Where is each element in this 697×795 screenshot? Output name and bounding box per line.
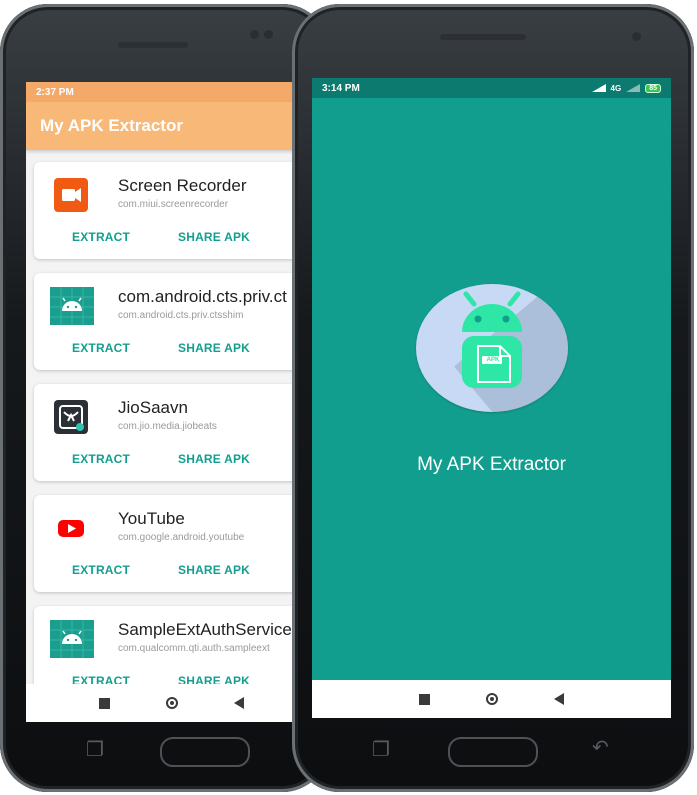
recents-nav-icon[interactable] bbox=[419, 693, 430, 705]
jiosaavn-icon bbox=[54, 400, 88, 434]
earpiece-speaker bbox=[118, 42, 188, 48]
app-name: Screen Recorder bbox=[118, 176, 247, 195]
status-time: 2:37 PM bbox=[36, 86, 74, 98]
app-package: com.android.cts.priv.ctsshim bbox=[118, 310, 244, 321]
app-card[interactable]: com.android.cts.priv.ct com.android.cts.… bbox=[34, 273, 316, 370]
app-name: com.android.cts.priv.ct bbox=[118, 287, 287, 306]
recents-hardware-icon[interactable]: ❐ bbox=[86, 737, 104, 761]
youtube-icon bbox=[54, 511, 88, 545]
home-nav-icon[interactable] bbox=[486, 693, 498, 705]
android-apk-icon bbox=[462, 291, 522, 388]
home-hardware-button[interactable] bbox=[448, 737, 538, 767]
share-apk-button[interactable]: SHARE APK bbox=[178, 563, 250, 577]
status-bar: 3:14 PM 4G 85 bbox=[312, 78, 671, 98]
proximity-sensor bbox=[264, 30, 273, 39]
recents-hardware-icon[interactable]: ❐ bbox=[372, 737, 390, 761]
share-apk-button[interactable]: SHARE APK bbox=[178, 341, 250, 355]
app-bar: My APK Extractor bbox=[26, 102, 316, 150]
status-indicators: 4G 85 bbox=[591, 83, 661, 93]
signal-icon bbox=[626, 84, 641, 92]
home-hardware-button[interactable] bbox=[160, 737, 250, 767]
status-time: 3:14 PM bbox=[322, 82, 360, 94]
app-logo: APK bbox=[416, 284, 568, 412]
front-camera bbox=[250, 30, 259, 39]
screen-recorder-icon bbox=[54, 178, 88, 212]
app-title: My APK Extractor bbox=[40, 116, 183, 135]
home-nav-icon[interactable] bbox=[165, 697, 178, 709]
navigation-bar bbox=[312, 680, 671, 718]
navigation-bar bbox=[26, 684, 316, 722]
app-name: JioSaavn bbox=[118, 398, 188, 417]
splash-title: My APK Extractor bbox=[417, 454, 566, 475]
back-phone-frame: 2:37 PM My APK Extractor Screen Recorder… bbox=[0, 4, 330, 792]
earpiece-speaker bbox=[440, 34, 526, 40]
front-phone-frame: 3:14 PM 4G 85 APK My APK Extractor ❐ ↶ bbox=[292, 4, 694, 792]
app-package: com.qualcomm.qti.auth.sampleext bbox=[118, 643, 270, 654]
share-apk-button[interactable]: SHARE APK bbox=[178, 452, 250, 466]
app-package: com.jio.media.jiobeats bbox=[118, 421, 217, 432]
back-hardware-icon[interactable]: ↶ bbox=[592, 735, 609, 759]
extract-button[interactable]: EXTRACT bbox=[72, 230, 130, 244]
back-nav-icon[interactable] bbox=[233, 697, 244, 709]
network-label: 4G bbox=[610, 83, 622, 93]
app-name: YouTube bbox=[118, 509, 185, 528]
share-apk-button[interactable]: SHARE APK bbox=[178, 230, 250, 244]
extract-button[interactable]: EXTRACT bbox=[72, 452, 130, 466]
app-card[interactable]: Screen Recorder com.miui.screenrecorder … bbox=[34, 162, 316, 259]
front-phone-screen: 3:14 PM 4G 85 APK My APK Extractor bbox=[312, 78, 671, 718]
app-card[interactable]: JioSaavn com.jio.media.jiobeats EXTRACT … bbox=[34, 384, 316, 481]
app-package: com.google.android.youtube bbox=[118, 532, 245, 543]
status-bar: 2:37 PM bbox=[26, 82, 316, 102]
android-icon bbox=[50, 287, 94, 325]
back-phone-screen: 2:37 PM My APK Extractor Screen Recorder… bbox=[26, 82, 316, 722]
front-camera bbox=[632, 32, 641, 41]
android-icon bbox=[50, 620, 94, 658]
app-package: com.miui.screenrecorder bbox=[118, 199, 229, 210]
battery-icon: 85 bbox=[645, 83, 661, 93]
app-name: SampleExtAuthService bbox=[118, 620, 292, 639]
recents-nav-icon[interactable] bbox=[98, 697, 110, 709]
apk-badge-label: APK bbox=[486, 357, 500, 363]
app-card[interactable]: YouTube com.google.android.youtube EXTRA… bbox=[34, 495, 316, 592]
extract-button[interactable]: EXTRACT bbox=[72, 341, 130, 355]
extract-button[interactable]: EXTRACT bbox=[72, 563, 130, 577]
signal-icon bbox=[591, 84, 606, 92]
back-nav-icon[interactable] bbox=[554, 693, 564, 705]
